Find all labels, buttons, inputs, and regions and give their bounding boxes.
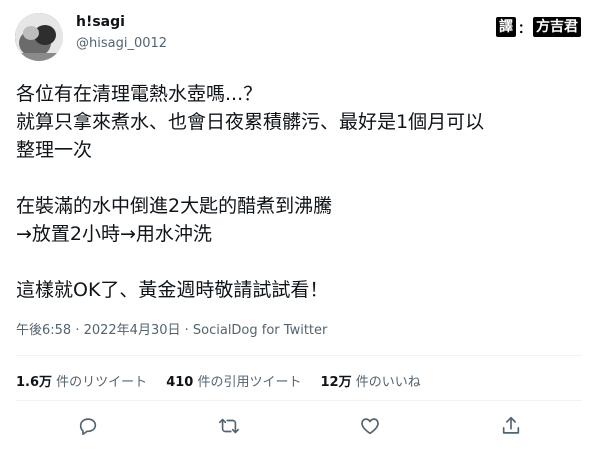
user-display-name[interactable]: h!sagi <box>76 14 125 30</box>
like-count[interactable]: 12万 件のいいね <box>320 371 420 390</box>
tweet-text: 各位有在清理電熱水壺嗎...？ 就算只拿來煮水、也會日夜累積髒污、最好是1個月可… <box>16 80 586 304</box>
like-count-value: 12万 <box>320 375 352 390</box>
translator-badge-name: 方吉君 <box>533 17 582 37</box>
quote-count[interactable]: 410 件の引用ツイート <box>166 371 301 390</box>
tweet-line: 在裝滿的水中倒進2大匙的醋煮到沸騰 <box>16 195 333 217</box>
tweet-line: 這樣就OK了、黃金週時敬請試試看！ <box>16 279 329 301</box>
divider <box>16 355 582 356</box>
like-icon[interactable] <box>359 415 381 437</box>
retweet-count[interactable]: 1.6万 件のリツイート <box>16 371 147 390</box>
like-count-label: 件のいいね <box>355 375 421 390</box>
tweet-line: →放置2小時→用水沖洗 <box>16 223 212 245</box>
quote-count-value: 410 <box>166 375 194 390</box>
tweet-stats: 1.6万 件のリツイート 410 件の引用ツイート 12万 件のいいね <box>16 371 440 390</box>
user-handle[interactable]: @hisagi_0012 <box>76 36 167 51</box>
avatar-image <box>15 13 63 61</box>
tweet-actions <box>0 415 598 439</box>
retweet-count-label: 件のリツイート <box>56 375 148 390</box>
avatar[interactable] <box>15 13 63 61</box>
tweet-line: 整理一次 <box>16 139 93 161</box>
retweet-count-value: 1.6万 <box>16 375 53 390</box>
tweet-line: 就算只拿來煮水、也會日夜累積髒污、最好是1個月可以 <box>16 111 485 133</box>
reply-icon[interactable] <box>77 415 99 437</box>
share-icon[interactable] <box>500 415 522 437</box>
tweet-timestamp[interactable]: 午後6:58 · 2022年4月30日 · SocialDog for Twit… <box>16 319 327 338</box>
quote-count-label: 件の引用ツイート <box>197 375 302 390</box>
translator-badge-separator: ： <box>518 21 532 37</box>
translator-badge-label: 譯 <box>496 17 516 37</box>
retweet-icon[interactable] <box>218 415 240 437</box>
divider <box>16 400 582 401</box>
tweet-line: 各位有在清理電熱水壺嗎...？ <box>16 83 263 105</box>
translator-badge: 譯 ： 方吉君 <box>496 17 582 37</box>
